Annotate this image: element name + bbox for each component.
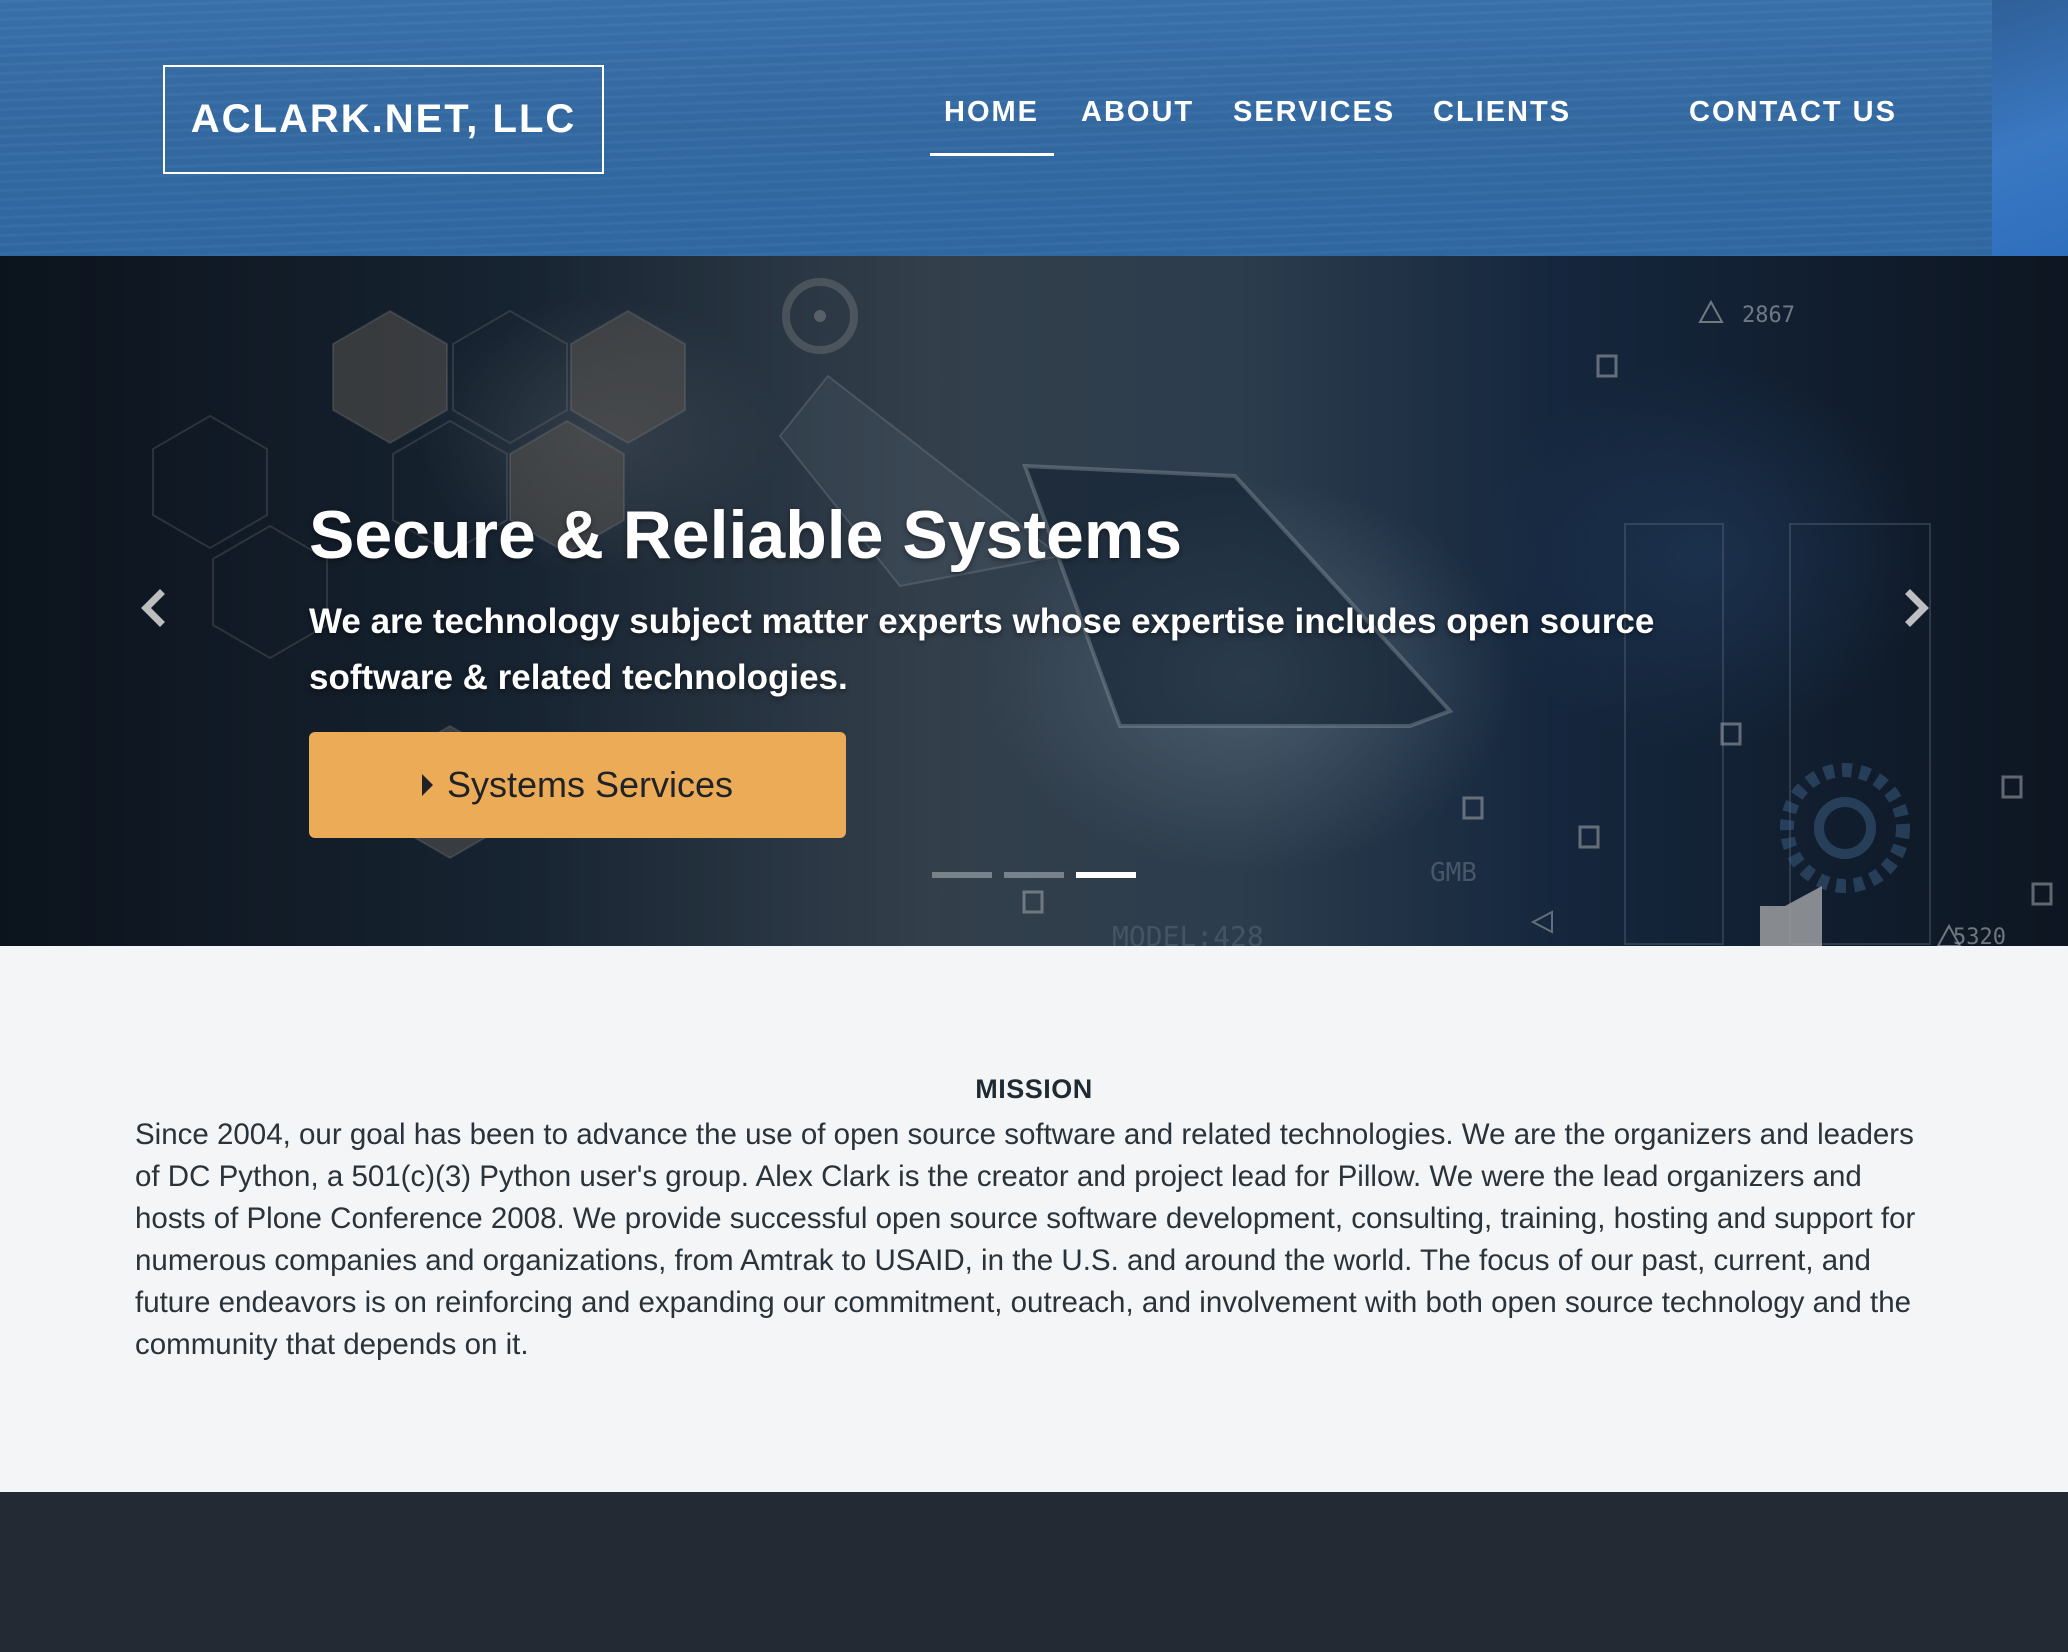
- main-nav: HOME ABOUT SERVICES CLIENTS CONTACT US: [0, 96, 2068, 156]
- caret-right-icon: [421, 774, 433, 796]
- site-header: ACLARK.NET, LLC HOME ABOUT SERVICES CLIE…: [0, 0, 2068, 256]
- nav-item-clients[interactable]: CLIENTS: [1433, 96, 1571, 129]
- carousel-indicator-1[interactable]: [932, 872, 992, 878]
- carousel-indicator-3[interactable]: [1076, 872, 1136, 878]
- mission-text: Since 2004, our goal has been to advance…: [135, 1118, 1916, 1361]
- nav-item-contact-us[interactable]: CONTACT US: [1689, 96, 1897, 129]
- chevron-left-icon: [141, 589, 165, 627]
- hero-carousel: 2867 GMB MODEL:428 5320 Secure & Reliabl…: [0, 256, 2068, 946]
- carousel-indicator-2[interactable]: [1004, 872, 1064, 878]
- systems-services-button[interactable]: Systems Services: [309, 732, 846, 838]
- nav-active-underline: [930, 153, 1054, 156]
- nav-item-services[interactable]: SERVICES: [1233, 96, 1395, 129]
- nav-item-about[interactable]: ABOUT: [1081, 96, 1194, 129]
- nav-item-home[interactable]: HOME: [944, 96, 1039, 129]
- carousel-prev-button[interactable]: [130, 580, 180, 636]
- hero-subtitle: We are technology subject matter experts…: [309, 602, 1655, 697]
- chevron-right-icon: [1905, 589, 1929, 627]
- site-footer: [0, 1492, 2068, 1652]
- mission-section: MISSION Since 2004, our goal has been to…: [0, 946, 2068, 1492]
- systems-services-label: Systems Services: [446, 764, 734, 805]
- carousel-next-button[interactable]: [1890, 580, 1940, 636]
- carousel-indicators: [932, 872, 1136, 878]
- hero-title: Secure & Reliable Systems: [309, 497, 1183, 573]
- mission-heading: MISSION: [975, 1074, 1093, 1104]
